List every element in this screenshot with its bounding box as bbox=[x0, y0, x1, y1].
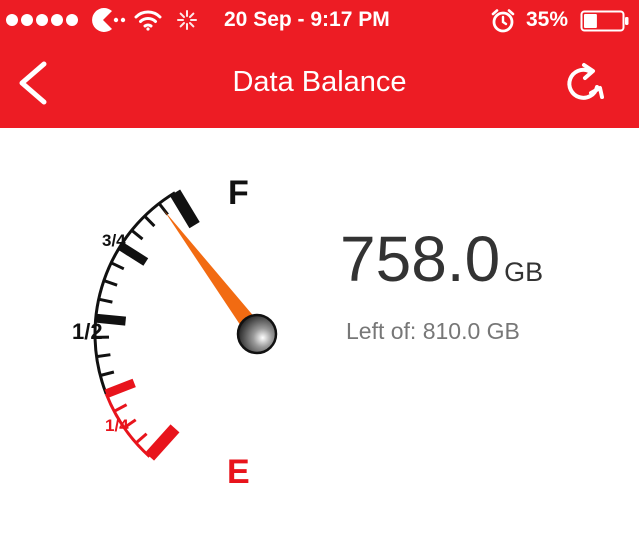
balance-amount: 758.0 bbox=[340, 223, 501, 295]
gauge-tick bbox=[98, 297, 113, 304]
gauge-tick bbox=[135, 432, 148, 445]
app-header: 20 Sep - 9:17 PM 35% Data Balance bbox=[0, 0, 639, 128]
gauge-label-quarter: 1/4 bbox=[105, 416, 129, 435]
refresh-icon bbox=[567, 63, 604, 100]
data-balance-value: 758.0 GB bbox=[340, 222, 543, 296]
gauge-tick bbox=[96, 353, 111, 359]
gauge-tick bbox=[99, 370, 115, 377]
gauge-tick bbox=[103, 279, 118, 287]
gauge-tick bbox=[113, 403, 128, 413]
battery-icon bbox=[580, 10, 629, 32]
gauge-tick bbox=[104, 378, 136, 398]
refresh-button[interactable] bbox=[558, 60, 612, 106]
gauge-label-half: 1/2 bbox=[72, 319, 103, 344]
gauge-label-empty: E bbox=[227, 453, 250, 491]
status-bar: 20 Sep - 9:17 PM 35% bbox=[0, 0, 639, 40]
gauge-tick bbox=[169, 189, 200, 229]
balance-total: Left of: 810.0 GB bbox=[346, 318, 520, 344]
activity-spinner-icon bbox=[177, 10, 197, 30]
fuel-gauge: F 3/4 1/2 1/4 E bbox=[72, 174, 278, 491]
carrier-logo-icon bbox=[92, 8, 126, 32]
gauge-hub bbox=[236, 313, 278, 355]
gauge-tick bbox=[157, 202, 169, 216]
gauge-tick bbox=[145, 424, 180, 461]
gauge-tick bbox=[130, 229, 144, 241]
signal-strength-icon bbox=[6, 14, 78, 26]
page-title: Data Balance bbox=[232, 66, 407, 98]
alarm-icon bbox=[491, 9, 515, 33]
gauge-tick bbox=[143, 215, 156, 228]
gauge-arc-normal bbox=[93, 191, 176, 395]
wifi-icon bbox=[134, 10, 162, 31]
battery-percent: 35% bbox=[526, 8, 569, 31]
gauge-label-full: F bbox=[228, 174, 249, 212]
balance-unit: GB bbox=[504, 257, 544, 287]
status-time: 20 Sep - 9:17 PM bbox=[224, 8, 390, 31]
gauge-label-three-quarter: 3/4 bbox=[102, 231, 126, 250]
gauge-tick bbox=[110, 261, 125, 271]
